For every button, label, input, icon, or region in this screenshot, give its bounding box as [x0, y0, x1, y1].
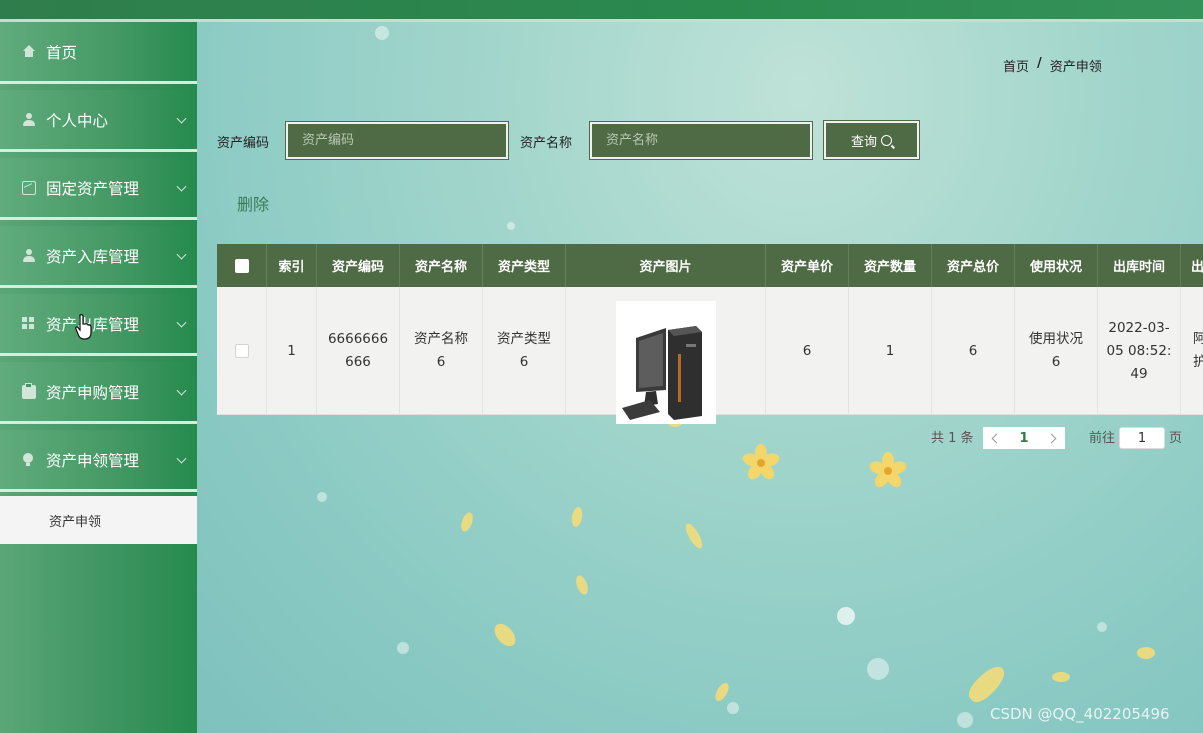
cell-asset-image	[566, 287, 766, 424]
cell-asset-type: 资产类型 6	[483, 287, 566, 415]
select-all-checkbox[interactable]	[234, 258, 249, 273]
asset-name-input[interactable]	[589, 121, 813, 160]
column-header[interactable]: 资产总价	[932, 244, 1015, 287]
sidebar-subitem-asset-claim[interactable]: 资产申领	[0, 496, 197, 544]
sidebar-item-label: 资产入库管理	[46, 247, 140, 266]
column-header[interactable]: 资产类型	[483, 244, 566, 287]
next-page-icon[interactable]	[1046, 433, 1057, 443]
query-button[interactable]: 查询	[823, 120, 920, 160]
main-content: 首页 / 资产申领 资产编码 资产名称 查询 删除 索引 资产编码 资产名称 资…	[197, 22, 1203, 733]
sidebar-item-asset-claim[interactable]: 资产申领管理	[0, 430, 197, 492]
cell-unit-price: 6	[766, 287, 849, 415]
breadcrumb-current: 资产申领	[1049, 60, 1102, 75]
chevron-down-icon	[176, 113, 187, 124]
hand-cursor-icon	[75, 314, 92, 340]
sidebar-item-asset-purchase[interactable]: 资产申购管理	[0, 362, 197, 424]
cell-asset-name: 资产名称 6	[400, 287, 483, 415]
breadcrumb-home[interactable]: 首页	[1003, 56, 1029, 75]
sidebar-item-label: 首页	[46, 43, 78, 62]
cell-asset-code: 6666666 666	[317, 287, 400, 415]
sidebar: 首页 个人中心 固定资产管理 资产入库管理 资产出库管理 资产申购管理 资产申领…	[0, 22, 197, 733]
chevron-down-icon	[176, 249, 187, 260]
watermark: CSDN @QQ_402205496	[990, 705, 1170, 723]
column-header[interactable]: 出	[1181, 244, 1203, 287]
search-icon	[881, 134, 892, 146]
cell-total-price: 6	[932, 287, 1015, 415]
page-suffix: 页	[1169, 431, 1183, 446]
pagination-total: 共 1 条	[931, 431, 974, 446]
sidebar-item-label: 资产申购管理	[46, 383, 140, 402]
chart-icon	[22, 180, 36, 195]
home-icon	[22, 44, 36, 59]
user-icon	[22, 112, 36, 127]
column-header[interactable]: 使用状况	[1015, 244, 1098, 287]
goto-page-input[interactable]	[1119, 427, 1165, 449]
sidebar-item-home[interactable]: 首页	[0, 22, 197, 84]
delete-button[interactable]: 删除	[237, 191, 269, 215]
column-header[interactable]: 资产数量	[849, 244, 932, 287]
row-checkbox[interactable]	[234, 344, 249, 358]
chevron-down-icon	[176, 181, 187, 192]
query-label: 查询	[850, 134, 877, 150]
select-all-cell[interactable]	[217, 244, 267, 287]
sidebar-item-personal-center[interactable]: 个人中心	[0, 90, 197, 152]
column-header[interactable]: 资产编码	[317, 244, 400, 287]
sidebar-item-label: 个人中心	[46, 111, 109, 130]
table-row[interactable]: 1 6666666 666 资产名称 6 资产类型 6 6 1 6 使用状况 6…	[217, 287, 1203, 424]
chevron-down-icon	[176, 317, 187, 328]
sidebar-item-label: 资产申领管理	[46, 451, 140, 470]
asset-code-label: 资产编码	[217, 136, 270, 151]
column-header[interactable]: 资产单价	[766, 244, 849, 287]
cell-quantity: 1	[849, 287, 932, 415]
goto-label: 前往	[1089, 431, 1116, 446]
clipboard-icon	[22, 382, 36, 399]
cell-extra: 阿 护	[1193, 331, 1203, 370]
prev-page-icon[interactable]	[991, 433, 1002, 443]
column-header[interactable]: 资产图片	[566, 244, 766, 287]
sidebar-item-fixed-assets[interactable]: 固定资产管理	[0, 158, 197, 220]
asset-code-input[interactable]	[285, 121, 509, 160]
breadcrumb-separator: /	[1037, 56, 1042, 71]
chevron-down-icon	[176, 453, 187, 464]
sidebar-item-label: 固定资产管理	[46, 179, 140, 198]
column-header[interactable]: 资产名称	[400, 244, 483, 287]
asset-name-label: 资产名称	[520, 136, 573, 151]
computer-icon	[615, 324, 716, 424]
chevron-down-icon	[176, 385, 187, 396]
breadcrumb: 首页 / 资产申领	[1003, 56, 1102, 75]
table-header: 索引 资产编码 资产名称 资产类型 资产图片 资产单价 资产数量 资产总价 使用…	[217, 244, 1203, 287]
sidebar-item-asset-outbound[interactable]: 资产出库管理	[0, 294, 197, 356]
user-icon	[22, 248, 36, 263]
column-header[interactable]: 索引	[267, 244, 317, 287]
row-select-cell[interactable]	[217, 287, 267, 415]
pagination-pager: 1	[983, 427, 1065, 449]
cell-usage-status: 使用状况 6	[1015, 287, 1098, 415]
top-bar	[0, 0, 1203, 22]
cell-index: 1	[267, 287, 317, 415]
sidebar-item-asset-inbound[interactable]: 资产入库管理	[0, 226, 197, 288]
bulb-icon	[22, 452, 36, 467]
grid-icon	[22, 316, 36, 331]
column-header[interactable]: 出库时间	[1098, 244, 1181, 287]
current-page[interactable]: 1	[1019, 431, 1028, 446]
asset-image	[615, 301, 716, 424]
cell-outbound-time: 2022-03- 05 08:52: 49	[1098, 287, 1181, 415]
